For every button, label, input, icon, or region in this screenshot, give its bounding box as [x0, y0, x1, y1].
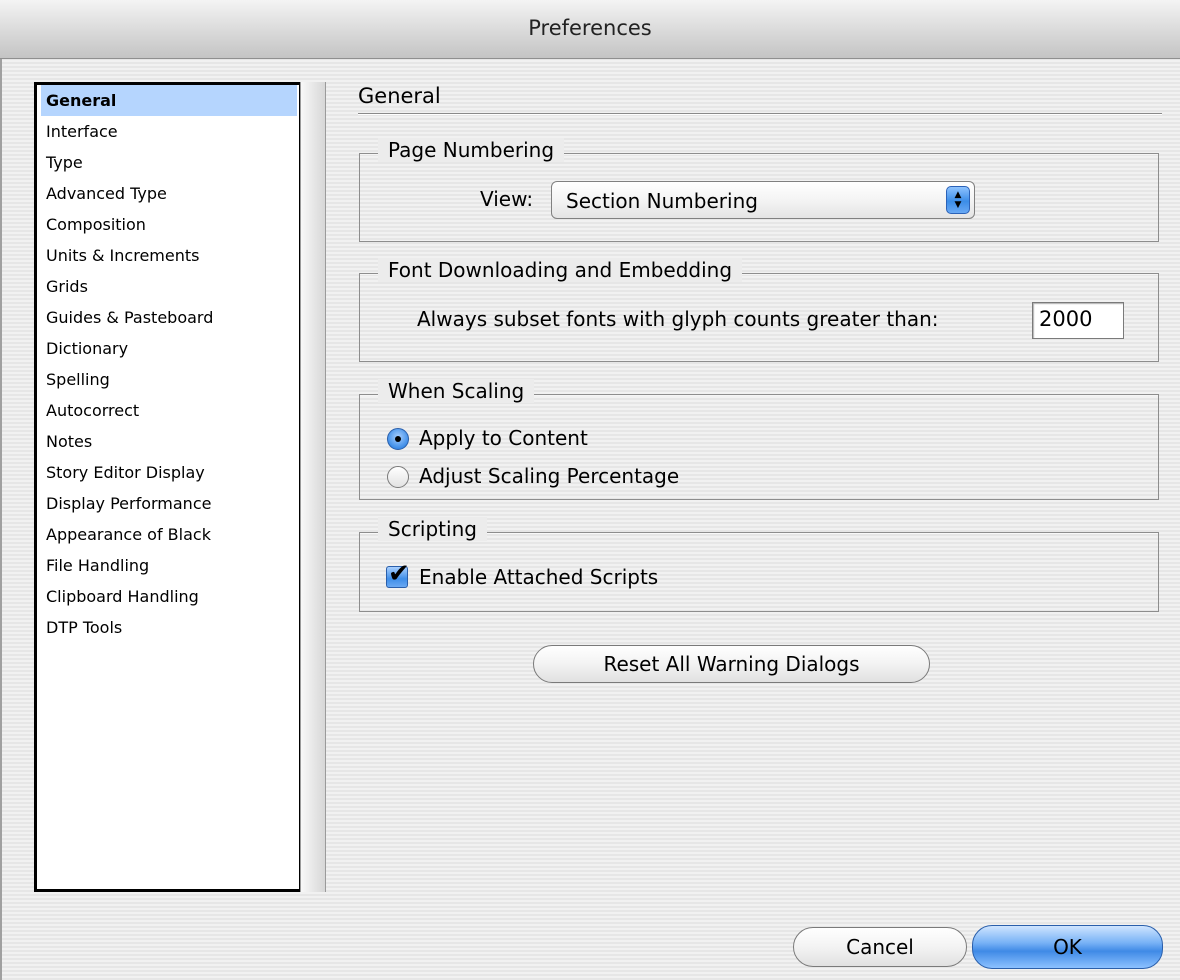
sidebar-item-composition[interactable]: Composition	[41, 209, 297, 240]
sidebar-item-units-increments[interactable]: Units & Increments	[41, 240, 297, 271]
ok-button[interactable]: OK	[972, 925, 1163, 969]
title-bar: Preferences	[0, 0, 1180, 59]
window-title: Preferences	[528, 16, 652, 40]
adjust-scaling-percentage-radio[interactable]	[387, 466, 409, 488]
sidebar-item-autocorrect[interactable]: Autocorrect	[41, 395, 297, 426]
subset-fonts-label: Always subset fonts with glyph counts gr…	[417, 307, 939, 331]
sidebar-item-spelling[interactable]: Spelling	[41, 364, 297, 395]
cancel-button[interactable]: Cancel	[793, 927, 967, 967]
up-down-arrows-icon: ▲ ▼	[946, 186, 970, 214]
window-edge	[0, 0, 2, 980]
view-select-value: Section Numbering	[566, 189, 758, 213]
sidebar-item-dtp-tools[interactable]: DTP Tools	[41, 612, 297, 643]
sidebar-item-file-handling[interactable]: File Handling	[41, 550, 297, 581]
sidebar-item-type[interactable]: Type	[41, 147, 297, 178]
font-downloading-label: Font Downloading and Embedding	[378, 258, 743, 282]
sidebar-item-story-editor-display[interactable]: Story Editor Display	[41, 457, 297, 488]
list-scrollbar[interactable]	[300, 82, 326, 892]
panel-title-divider	[358, 113, 1162, 114]
reset-all-warning-dialogs-button[interactable]: Reset All Warning Dialogs	[533, 645, 930, 683]
apply-to-content-radio[interactable]	[387, 428, 409, 450]
sidebar-item-general[interactable]: General	[41, 85, 297, 116]
sidebar-item-interface[interactable]: Interface	[41, 116, 297, 147]
sidebar-item-appearance-of-black[interactable]: Appearance of Black	[41, 519, 297, 550]
view-label: View:	[480, 187, 534, 211]
sidebar-item-notes[interactable]: Notes	[41, 426, 297, 457]
enable-attached-scripts-checkbox[interactable]: ✔	[386, 559, 410, 589]
panel-title: General	[358, 84, 441, 108]
adjust-scaling-percentage-label[interactable]: Adjust Scaling Percentage	[419, 464, 679, 488]
view-select[interactable]: Section Numbering ▲ ▼	[551, 181, 975, 219]
glyph-count-input[interactable]: 2000	[1032, 302, 1124, 339]
preference-category-list[interactable]: General Interface Type Advanced Type Com…	[34, 82, 302, 892]
scripting-label: Scripting	[378, 517, 487, 541]
sidebar-item-clipboard-handling[interactable]: Clipboard Handling	[41, 581, 297, 612]
checkmark-icon: ✔	[388, 559, 410, 589]
sidebar-item-display-performance[interactable]: Display Performance	[41, 488, 297, 519]
apply-to-content-label[interactable]: Apply to Content	[419, 426, 588, 450]
enable-attached-scripts-label[interactable]: Enable Attached Scripts	[419, 565, 658, 589]
page-numbering-label: Page Numbering	[378, 138, 565, 162]
sidebar-item-guides-pasteboard[interactable]: Guides & Pasteboard	[41, 302, 297, 333]
when-scaling-label: When Scaling	[378, 379, 535, 403]
sidebar-item-dictionary[interactable]: Dictionary	[41, 333, 297, 364]
sidebar-item-grids[interactable]: Grids	[41, 271, 297, 302]
sidebar-item-advanced-type[interactable]: Advanced Type	[41, 178, 297, 209]
